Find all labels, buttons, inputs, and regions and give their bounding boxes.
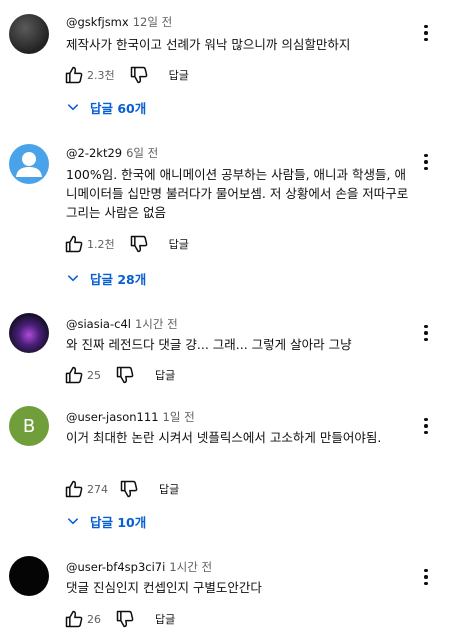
like-icon[interactable] xyxy=(64,365,84,385)
comment-time[interactable]: 1시간 전 xyxy=(169,560,212,574)
comment-actions: 274 답글 xyxy=(64,479,179,499)
comment-actions: 25 답글 xyxy=(64,365,175,385)
reply-button[interactable]: 답글 xyxy=(169,236,189,252)
dislike-icon[interactable] xyxy=(115,365,135,385)
more-options-icon[interactable] xyxy=(418,323,434,343)
dislike-icon[interactable] xyxy=(115,609,135,629)
more-options-icon[interactable] xyxy=(418,23,434,43)
like-count: 2.3천 xyxy=(87,69,115,82)
view-replies-button[interactable]: 답글 10개 xyxy=(66,510,146,532)
replies-label: 답글 10개 xyxy=(90,514,147,530)
avatar[interactable] xyxy=(9,144,49,184)
reply-button[interactable]: 답글 xyxy=(155,611,175,627)
comment-header: @user-jason111 1일 전 xyxy=(66,409,195,425)
comment-text: 100%임. 한국에 애니메이션 공부하는 사람들, 애니과 학생들, 애니메이… xyxy=(66,167,409,220)
default-user-icon xyxy=(16,152,42,177)
comment-header: @user-bf4sp3ci7i 1시간 전 xyxy=(66,559,212,575)
comment-actions: 26 답글 xyxy=(64,609,175,629)
reply-button[interactable]: 답글 xyxy=(155,367,175,383)
like-icon[interactable] xyxy=(64,479,84,499)
chevron-down-icon xyxy=(67,518,79,525)
reply-button[interactable]: 답글 xyxy=(169,67,189,83)
comment-time[interactable]: 6일 전 xyxy=(126,146,158,160)
view-replies-button[interactable]: 답글 28개 xyxy=(66,267,146,289)
like-count: 26 xyxy=(87,612,101,626)
like-count: 25 xyxy=(87,368,101,382)
comment-actions: 2.3천 답글 xyxy=(64,65,189,85)
comment-text: 제작사가 한국이고 선례가 워낙 많으니까 의심할만하지 xyxy=(66,37,351,52)
avatar-letter: B xyxy=(22,415,36,437)
comment-author[interactable]: @user-jason111 xyxy=(66,410,159,424)
comment-header: @siasia-c4l 1시간 전 xyxy=(66,316,178,332)
like-icon[interactable] xyxy=(64,65,84,85)
avatar[interactable] xyxy=(9,313,49,353)
chevron-down-icon xyxy=(67,104,79,111)
comment-text: 와 진짜 레전드다 댓글 걍... 그래... 그렇게 살아라 그냥 xyxy=(66,337,352,352)
comment-time[interactable]: 12일 전 xyxy=(133,15,172,29)
comment-header: @2-2kt29 6일 전 xyxy=(66,145,158,161)
dislike-icon[interactable] xyxy=(129,234,149,254)
comment-text: 댓글 진심인지 컨셉인지 구별도안간다 xyxy=(66,580,262,595)
comment-text: 이거 최대한 논란 시켜서 넷플릭스에서 고소하게 만들어야됨. xyxy=(66,430,382,445)
avatar[interactable]: B xyxy=(9,406,49,446)
avatar[interactable] xyxy=(9,556,49,596)
comment-author[interactable]: @gskfjsmx xyxy=(66,15,129,29)
comment-author[interactable]: @user-bf4sp3ci7i xyxy=(66,560,165,574)
view-replies-button[interactable]: 답글 60개 xyxy=(66,96,146,118)
like-count: 274 xyxy=(87,482,108,496)
comment-time[interactable]: 1일 전 xyxy=(163,410,195,424)
dislike-icon[interactable] xyxy=(129,65,149,85)
like-count: 1.2천 xyxy=(87,238,115,251)
comment-actions: 1.2천 답글 xyxy=(64,234,189,254)
like-icon[interactable] xyxy=(64,609,84,629)
replies-label: 답글 60개 xyxy=(90,100,147,116)
chevron-down-icon xyxy=(67,275,79,282)
like-icon[interactable] xyxy=(64,234,84,254)
replies-label: 답글 28개 xyxy=(90,271,147,287)
comment-author[interactable]: @siasia-c4l xyxy=(66,317,131,331)
comment-time[interactable]: 1시간 전 xyxy=(135,317,178,331)
avatar[interactable] xyxy=(9,14,49,54)
more-options-icon[interactable] xyxy=(418,416,434,436)
reply-button[interactable]: 답글 xyxy=(159,481,179,497)
dislike-icon[interactable] xyxy=(119,479,139,499)
comment-header: @gskfjsmx 12일 전 xyxy=(66,14,172,30)
more-options-icon[interactable] xyxy=(418,567,434,587)
comment-author[interactable]: @2-2kt29 xyxy=(66,146,122,160)
more-options-icon[interactable] xyxy=(418,152,434,172)
